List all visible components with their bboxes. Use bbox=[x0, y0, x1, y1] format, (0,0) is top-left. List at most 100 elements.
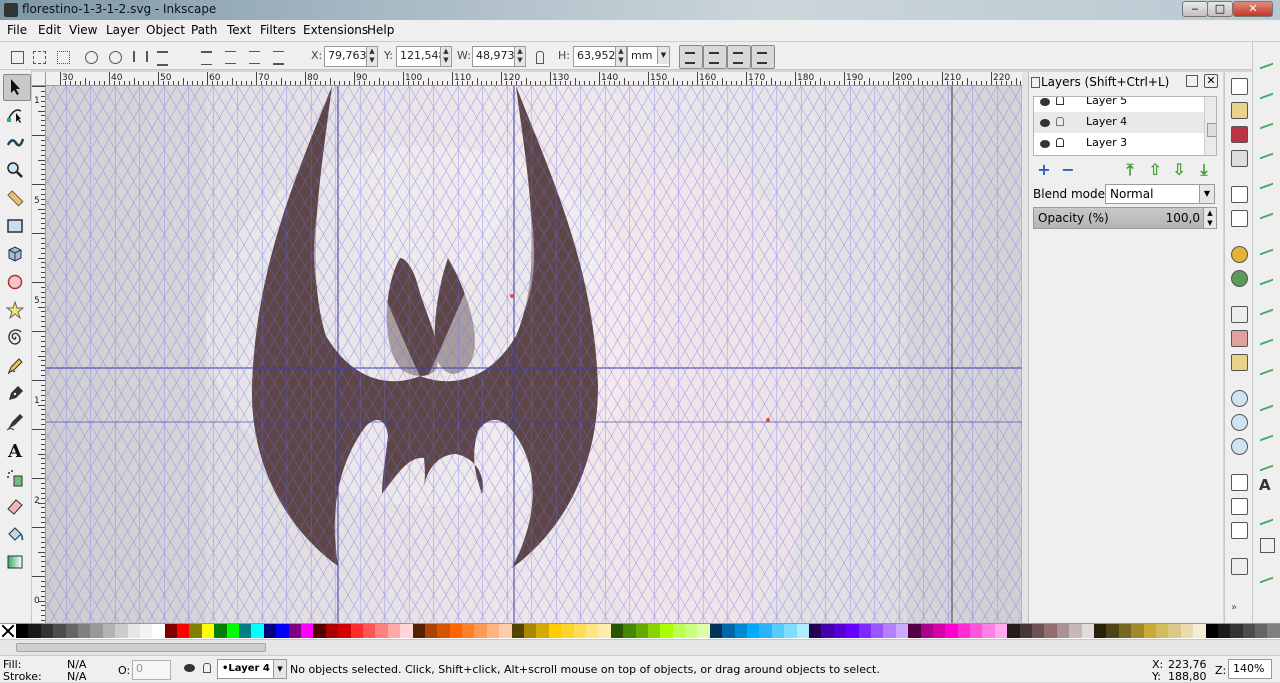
clone-icon[interactable] bbox=[1231, 498, 1248, 515]
export-icon[interactable] bbox=[1231, 210, 1248, 227]
group-icon[interactable] bbox=[1231, 558, 1248, 575]
snap-text-baseline-icon[interactable]: A bbox=[1259, 476, 1271, 494]
snap-cusp-nodes-icon[interactable] bbox=[1260, 325, 1273, 346]
color-swatch[interactable] bbox=[1168, 624, 1181, 638]
snap-centers-icon[interactable] bbox=[1260, 421, 1273, 442]
color-swatch[interactable] bbox=[462, 624, 475, 638]
color-swatch[interactable] bbox=[127, 624, 140, 638]
color-swatch[interactable] bbox=[982, 624, 995, 638]
dock-iconify-icon[interactable] bbox=[1186, 75, 1198, 87]
color-swatch[interactable] bbox=[1044, 624, 1057, 638]
snap-guide-icon[interactable] bbox=[1260, 563, 1273, 584]
color-swatch[interactable] bbox=[1019, 624, 1033, 638]
color-swatch[interactable] bbox=[276, 624, 289, 638]
color-swatch[interactable] bbox=[536, 624, 549, 638]
h-input[interactable]: 63,952 bbox=[573, 46, 620, 67]
dock-close-icon[interactable]: ✕ bbox=[1204, 74, 1218, 88]
drawing-canvas[interactable] bbox=[46, 86, 1022, 623]
color-swatch[interactable] bbox=[635, 624, 648, 638]
duplicate-icon[interactable] bbox=[1231, 474, 1248, 491]
color-swatch[interactable] bbox=[152, 624, 165, 638]
y-input[interactable]: 121,548 bbox=[396, 46, 446, 67]
color-swatch[interactable] bbox=[1255, 624, 1268, 638]
color-swatch[interactable] bbox=[833, 624, 847, 638]
color-swatch[interactable] bbox=[883, 624, 896, 638]
color-swatch[interactable] bbox=[1007, 624, 1020, 638]
layer-row[interactable]: Layer 4 bbox=[1034, 112, 1204, 133]
color-swatch[interactable] bbox=[957, 624, 971, 638]
new-document-icon[interactable] bbox=[1231, 78, 1248, 95]
color-swatch[interactable] bbox=[288, 624, 301, 638]
color-swatch[interactable] bbox=[734, 624, 748, 638]
color-swatch[interactable] bbox=[77, 624, 91, 638]
color-swatch[interactable] bbox=[300, 624, 314, 638]
lower-layer-icon[interactable]: ⇩ bbox=[1170, 162, 1188, 180]
color-swatch[interactable] bbox=[722, 624, 735, 638]
snap-grid-icon[interactable] bbox=[1260, 538, 1275, 553]
color-swatch[interactable] bbox=[858, 624, 871, 638]
top-ruler[interactable]: 30 40 50 60 70 80 90 100 110 120 130 140 150 160 170 18… bbox=[46, 72, 1022, 86]
menu-edit[interactable]: Edit bbox=[38, 23, 61, 37]
color-swatch[interactable] bbox=[685, 624, 698, 638]
color-swatch[interactable] bbox=[1230, 624, 1243, 638]
color-swatch[interactable] bbox=[474, 624, 487, 638]
menu-extensions[interactable]: Extensions bbox=[303, 23, 368, 37]
color-swatch[interactable] bbox=[908, 624, 921, 638]
ellipse-tool[interactable] bbox=[3, 270, 29, 295]
color-swatch[interactable] bbox=[709, 624, 723, 638]
snap-intersections-icon[interactable] bbox=[1260, 295, 1273, 316]
color-swatch[interactable] bbox=[1143, 624, 1156, 638]
lower-button[interactable] bbox=[244, 46, 266, 68]
snap-smooth-nodes-icon[interactable] bbox=[1260, 355, 1273, 376]
color-swatch[interactable] bbox=[115, 624, 128, 638]
snap-enable-icon[interactable] bbox=[1260, 49, 1273, 70]
print-icon[interactable] bbox=[1231, 150, 1248, 167]
color-swatch[interactable] bbox=[610, 624, 624, 638]
color-swatch[interactable] bbox=[1131, 624, 1144, 638]
color-swatch[interactable] bbox=[511, 624, 525, 638]
color-swatch[interactable] bbox=[375, 624, 388, 638]
color-swatch[interactable] bbox=[53, 624, 66, 638]
color-swatch[interactable] bbox=[102, 624, 116, 638]
measure-tool[interactable] bbox=[3, 186, 29, 211]
eye-icon[interactable] bbox=[1040, 98, 1050, 106]
color-swatch[interactable] bbox=[796, 624, 809, 638]
color-swatch[interactable] bbox=[214, 624, 227, 638]
rotate-cw-button[interactable] bbox=[104, 46, 126, 68]
eraser-tool[interactable] bbox=[3, 494, 29, 519]
menu-path[interactable]: Path bbox=[191, 23, 217, 37]
redo-icon[interactable] bbox=[1231, 270, 1248, 287]
blend-mode-select[interactable]: Normal ▼ bbox=[1105, 184, 1215, 204]
color-swatch[interactable] bbox=[251, 624, 264, 638]
color-swatch[interactable] bbox=[424, 624, 438, 638]
color-swatch[interactable] bbox=[1267, 624, 1280, 638]
import-icon[interactable] bbox=[1231, 186, 1248, 203]
color-swatch[interactable] bbox=[1106, 624, 1119, 638]
snap-nodes-icon[interactable] bbox=[1260, 235, 1273, 256]
star-tool[interactable] bbox=[3, 298, 29, 323]
lower-to-bottom-button[interactable] bbox=[268, 46, 290, 68]
selector-tool[interactable] bbox=[3, 74, 31, 101]
opacity-spinner[interactable]: ▲ ▼ bbox=[1203, 208, 1216, 228]
color-swatch[interactable] bbox=[1155, 624, 1169, 638]
stroke-indicator[interactable]: N/A bbox=[67, 670, 86, 683]
color-swatch[interactable] bbox=[524, 624, 537, 638]
lower-layer-to-bottom-icon[interactable]: ⤓ bbox=[1195, 162, 1213, 180]
paste-icon[interactable] bbox=[1231, 354, 1248, 371]
color-swatch[interactable] bbox=[1056, 624, 1070, 638]
node-tool[interactable] bbox=[3, 102, 29, 127]
copy-icon[interactable] bbox=[1231, 306, 1248, 323]
maximize-button[interactable]: □ bbox=[1207, 1, 1233, 17]
pencil-tool[interactable] bbox=[3, 354, 29, 379]
color-swatch[interactable] bbox=[660, 624, 673, 638]
move-patterns-toggle[interactable] bbox=[751, 45, 775, 69]
spray-tool[interactable] bbox=[3, 466, 29, 491]
color-swatch[interactable] bbox=[239, 624, 252, 638]
zoom-page-icon[interactable] bbox=[1231, 438, 1248, 455]
color-swatch[interactable] bbox=[412, 624, 425, 638]
color-swatch[interactable] bbox=[573, 624, 586, 638]
menu-filters[interactable]: Filters bbox=[260, 23, 296, 37]
color-swatch[interactable] bbox=[400, 624, 413, 638]
zoom-input[interactable]: 140% bbox=[1228, 659, 1272, 679]
snap-paths-icon[interactable] bbox=[1260, 265, 1273, 286]
